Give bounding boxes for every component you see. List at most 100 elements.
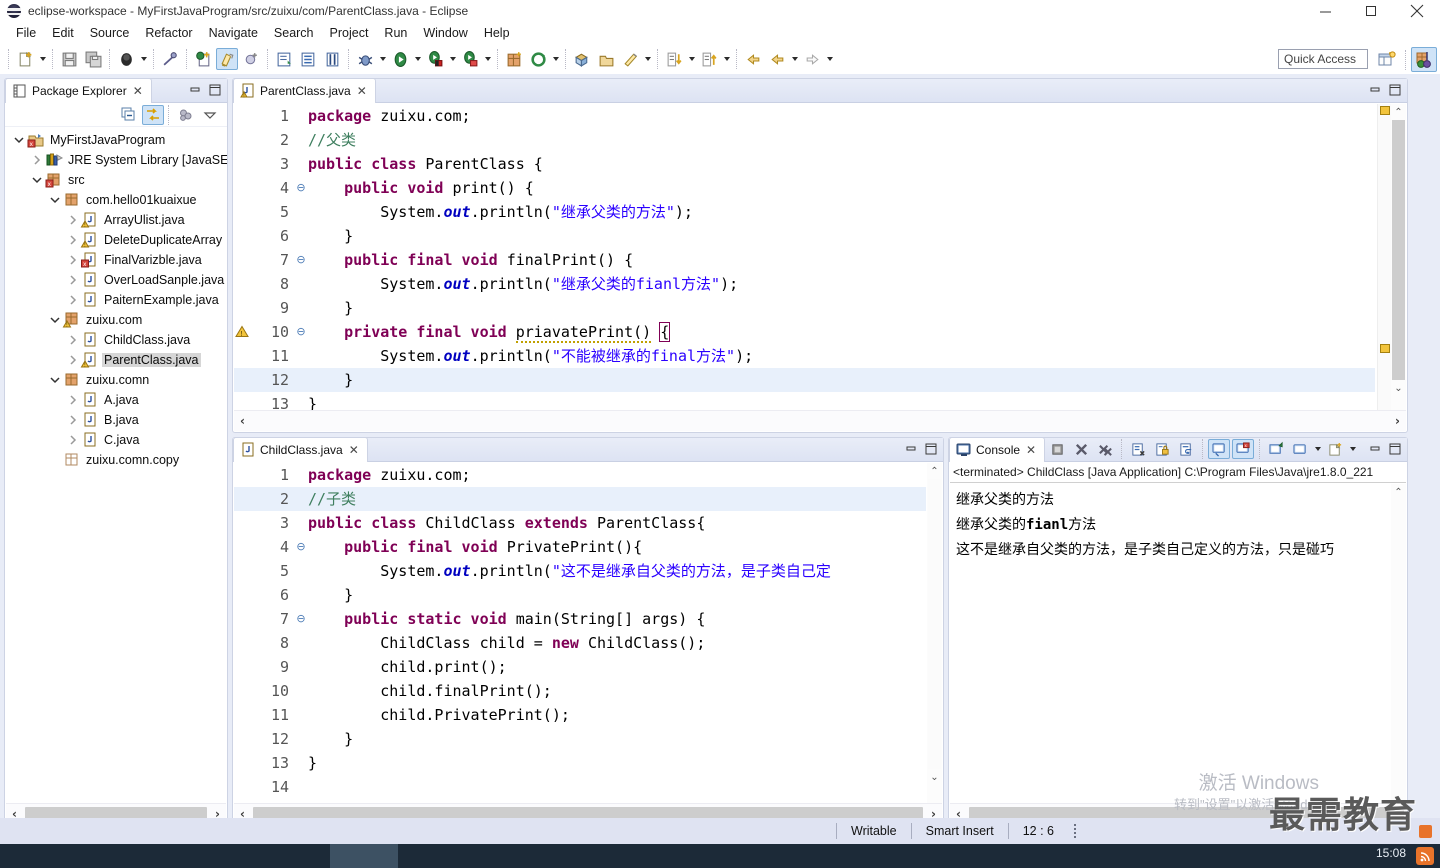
forward-history-icon[interactable] [801, 48, 823, 70]
chevron-down-icon[interactable] [47, 190, 63, 210]
tree-item-c-java[interactable]: C.java [5, 430, 227, 450]
link-with-editor-button[interactable] [142, 104, 164, 125]
chevron-right-icon[interactable] [65, 250, 81, 270]
chevron-right-icon[interactable] [65, 270, 81, 290]
menu-edit[interactable]: Edit [44, 24, 82, 42]
chevron-down-icon[interactable] [29, 170, 45, 190]
close-icon[interactable]: ✕ [133, 85, 143, 97]
right-arrow-icon[interactable]: › [1389, 412, 1406, 431]
chevron-down-icon[interactable] [686, 48, 697, 70]
editor-top-hscrollbar[interactable]: ‹ › [234, 410, 1406, 431]
menu-refactor[interactable]: Refactor [137, 24, 200, 42]
tree-item-myfirstjavaprogram[interactable]: x MyFirstJavaProgram [5, 130, 227, 150]
code-line[interactable]: 13} [234, 751, 926, 775]
chevron-down-icon[interactable] [482, 48, 493, 70]
menu-project[interactable]: Project [322, 24, 377, 42]
taskbar-active-app[interactable] [330, 844, 398, 868]
chevron-down-icon[interactable] [824, 48, 835, 70]
chevron-down-icon[interactable] [377, 48, 388, 70]
chevron-down-icon[interactable] [642, 48, 653, 70]
minimize-icon[interactable] [1367, 440, 1385, 458]
open-resource-icon[interactable] [595, 48, 617, 70]
editor-bottom-code-area[interactable]: 1 package zuixu.com; 2 //子类 3 public class Ch… [234, 463, 942, 803]
close-icon[interactable]: ✕ [1026, 444, 1036, 456]
external-tools-icon[interactable] [459, 48, 481, 70]
tree-item-arrayulist-java[interactable]: ! ArrayUlist.java [5, 210, 227, 230]
code-line[interactable]: 3 public class ChildClass extends ParentC… [234, 511, 926, 535]
up-arrow-icon[interactable]: ⌃ [1391, 104, 1406, 120]
search-icon[interactable] [619, 48, 641, 70]
chevron-right-icon[interactable] [65, 410, 81, 430]
chevron-down-icon[interactable] [37, 48, 48, 70]
fold-collapse-icon[interactable]: ⊖ [294, 607, 308, 631]
code-line[interactable]: ! 10 ⊖ private final void priavatePrint() … [234, 320, 1375, 344]
maximize-icon[interactable] [1348, 0, 1394, 22]
tree-item-src[interactable]: x src [5, 170, 227, 190]
chevron-right-icon[interactable] [29, 150, 45, 170]
chevron-down-icon[interactable] [138, 48, 149, 70]
code-line[interactable]: 10 child.finalPrint(); [234, 679, 926, 703]
view-menu-button[interactable] [199, 105, 221, 125]
focus-on-active-task-button[interactable] [175, 105, 197, 125]
menu-file[interactable]: File [8, 24, 44, 42]
left-arrow-icon[interactable]: ‹ [234, 412, 251, 431]
chevron-down-icon[interactable] [789, 48, 800, 70]
code-line[interactable]: 12 } [234, 368, 1375, 392]
next-annotation-icon[interactable] [663, 48, 685, 70]
tree-item-overloadsanple-java[interactable]: OverLoadSanple.java [5, 270, 227, 290]
menu-window[interactable]: Window [415, 24, 475, 42]
tree-item-zuixu-comn[interactable]: zuixu.comn [5, 370, 227, 390]
code-line[interactable]: 4 ⊖ public final void PrivatePrint(){ [234, 535, 926, 559]
tree-item-zuixu-com[interactable]: ! zuixu.com [5, 310, 227, 330]
code-line[interactable]: 1 package zuixu.com; [234, 463, 926, 487]
tree-item-paiternexample-java[interactable]: PaiternExample.java [5, 290, 227, 310]
fold-collapse-icon[interactable]: ⊖ [294, 535, 308, 559]
show-console-on-error-button[interactable]: x [1232, 439, 1255, 459]
new-java-project-icon[interactable] [192, 48, 214, 70]
tree-item-zuixu-comn-copy[interactable]: zuixu.comn.copy [5, 450, 227, 470]
chevron-right-icon[interactable] [65, 230, 81, 250]
minimize-icon[interactable] [1367, 81, 1385, 99]
tree-item-com-hello01kuaixue[interactable]: com.hello01kuaixue [5, 190, 227, 210]
fold-collapse-icon[interactable]: ⊖ [294, 176, 308, 200]
console-output[interactable]: 继承父类的方法 继承父类的fianl方法 这不是继承自父类的方法，是子类自己定义的方… [950, 484, 1391, 803]
minimize-icon[interactable] [187, 81, 205, 99]
tab-console[interactable]: Console ✕ [949, 437, 1046, 462]
package-explorer-tree[interactable]: x MyFirstJavaProgram JRE System Library [J… [5, 128, 227, 801]
refresh-icon[interactable] [527, 48, 549, 70]
close-icon[interactable] [1394, 0, 1440, 22]
chevron-down-icon[interactable] [47, 370, 63, 390]
new-wizard-icon[interactable] [14, 48, 36, 70]
code-line[interactable]: 5 System.out.println("这不是继承自父类的方法，是子类自己定… [234, 559, 926, 583]
close-icon[interactable]: ✕ [357, 85, 367, 97]
tree-item-b-java[interactable]: B.java [5, 410, 227, 430]
previous-annotation-icon[interactable] [698, 48, 720, 70]
minimize-icon[interactable] [1302, 0, 1348, 22]
overview-occurrence-marker[interactable] [1380, 344, 1390, 353]
toggle-mark-occurrences-icon[interactable] [321, 48, 343, 70]
fold-collapse-icon[interactable]: ⊖ [294, 248, 308, 272]
tree-item-jre-system-library-javase[interactable]: JRE System Library [JavaSE- [5, 150, 227, 170]
maximize-icon[interactable] [922, 440, 940, 458]
debug-icon[interactable] [354, 48, 376, 70]
code-line[interactable]: 1 package zuixu.com; [234, 104, 1375, 128]
collapse-all-button[interactable] [118, 105, 140, 125]
tree-item-deleteduplicatearray[interactable]: ! DeleteDuplicateArray [5, 230, 227, 250]
run-icon[interactable] [389, 48, 411, 70]
code-line[interactable]: 6 } [234, 224, 1375, 248]
code-line[interactable]: 8 System.out.println("继承父类的fianl方法"); [234, 272, 1375, 296]
show-console-on-output-button[interactable] [1208, 439, 1231, 459]
tree-item-parentclass-java[interactable]: ! ParentClass.java [5, 350, 227, 370]
clear-console-button[interactable] [1127, 439, 1149, 459]
code-line[interactable]: 11 System.out.println("不能被继承的final方法"); [234, 344, 1375, 368]
chevron-down-icon[interactable] [721, 48, 732, 70]
chevron-down-icon[interactable] [550, 48, 561, 70]
chevron-down-icon[interactable] [11, 130, 27, 150]
code-line[interactable]: 2 //子类 [234, 487, 926, 511]
code-line[interactable]: 7 ⊖ public final void finalPrint() { [234, 248, 1375, 272]
code-line[interactable]: 7 ⊖ public static void main(String[] args… [234, 607, 926, 631]
menu-search[interactable]: Search [266, 24, 322, 42]
open-perspective-button[interactable] [1374, 47, 1400, 72]
remove-all-terminated-button[interactable] [1094, 439, 1116, 459]
new-package-wizard-icon[interactable] [503, 48, 525, 70]
